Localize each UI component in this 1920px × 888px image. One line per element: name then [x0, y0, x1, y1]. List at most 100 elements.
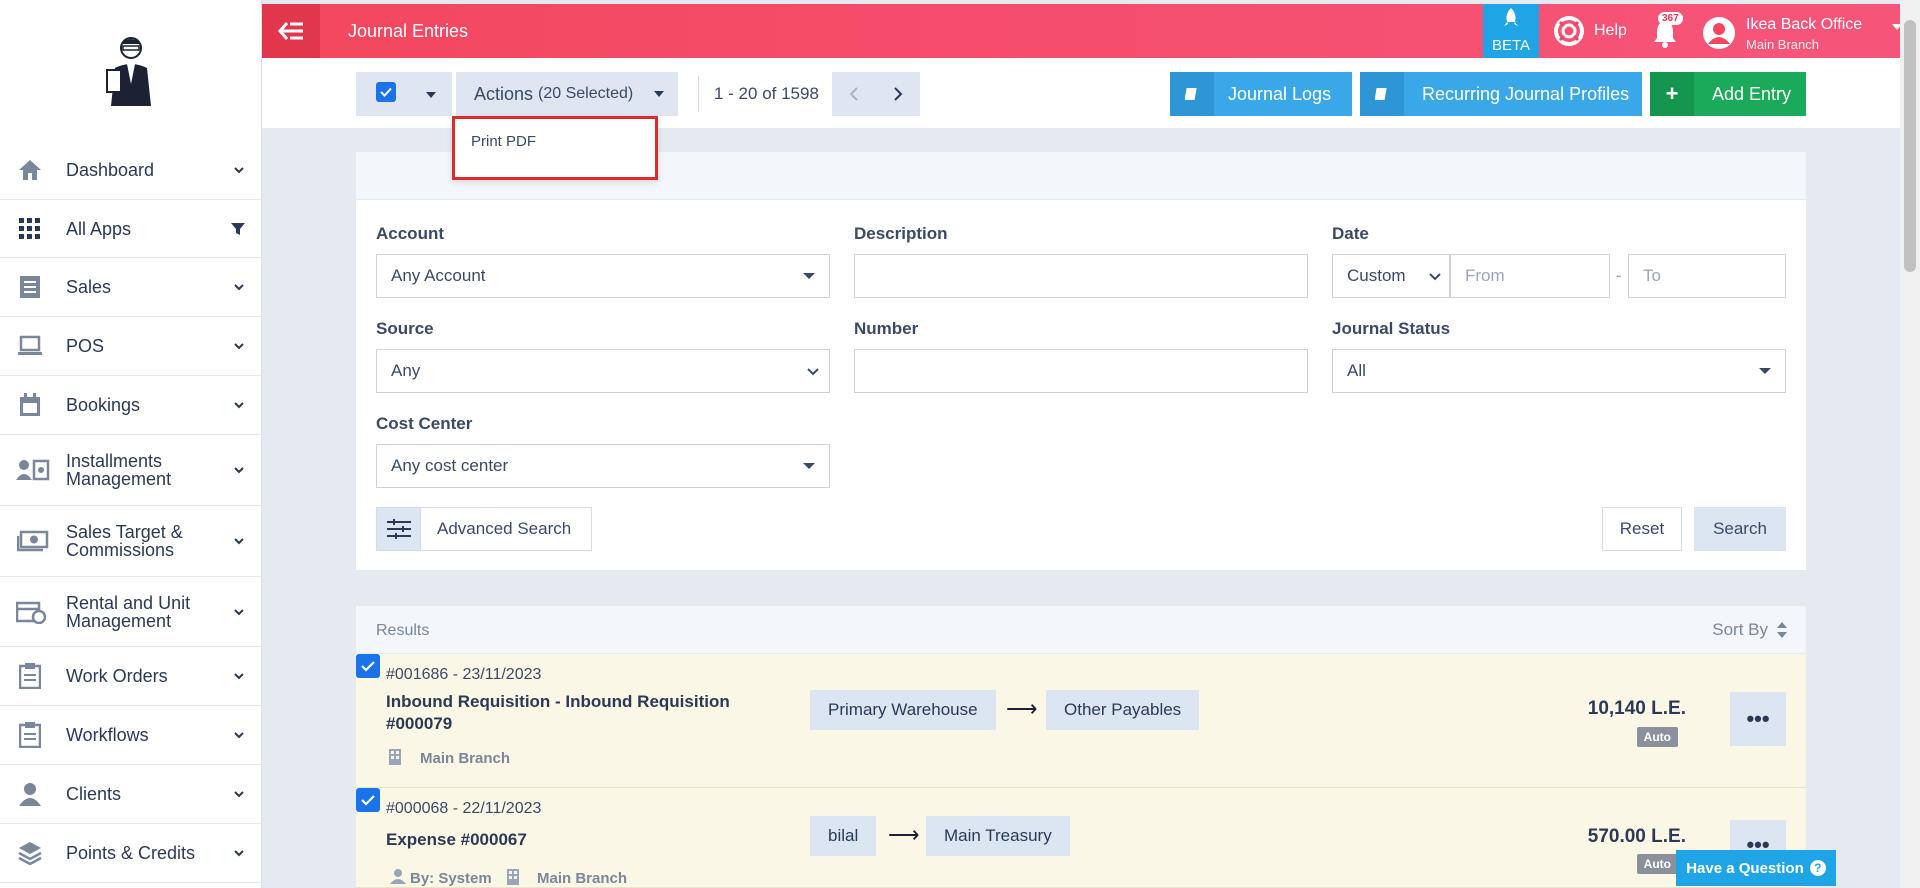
scrollbar-thumb[interactable] — [1904, 20, 1916, 272]
reset-button[interactable]: Reset — [1602, 507, 1682, 551]
results-title: Results — [376, 622, 430, 639]
table-row[interactable]: #001686 - 23/11/2023 Inbound Requisition… — [356, 654, 1806, 788]
advanced-search-button[interactable]: Advanced Search — [376, 507, 592, 551]
sidebar-item-points-credits[interactable]: Points & Credits — [0, 824, 262, 883]
date-from-input[interactable]: From — [1450, 254, 1610, 298]
page-scrollbar[interactable] — [1900, 0, 1920, 888]
sidebar-item-label: Sales — [66, 277, 112, 297]
row-branch: Main Branch — [420, 750, 511, 767]
chevron-down-icon — [234, 402, 244, 409]
from-account-tag[interactable]: Primary Warehouse — [810, 690, 996, 730]
sidebar-item-installments[interactable]: Installments Management — [0, 435, 262, 506]
sidebar-item-sales-target[interactable]: Sales Target & Commissions — [0, 506, 262, 577]
sort-by-label: Sort By — [1712, 620, 1768, 639]
sidebar-item-clients[interactable]: Clients — [0, 765, 262, 824]
search-button[interactable]: Search — [1694, 507, 1786, 551]
user-icon — [390, 869, 406, 884]
row-branch: Main Branch — [537, 870, 628, 887]
ellipsis-icon: ••• — [1746, 706, 1770, 731]
sidebar-item-label: Rental and Unit Management — [66, 592, 191, 631]
table-row[interactable]: #000068 - 22/11/2023 Expense #000067 By:… — [356, 788, 1806, 888]
sidebar-item-label: Sales Target & Commissions — [66, 522, 183, 560]
page-title: Journal Entries — [348, 21, 469, 41]
chevron-left-icon — [849, 87, 858, 101]
auto-badge: Auto — [1636, 727, 1678, 747]
chevron-down-icon — [234, 673, 244, 680]
sidebar-item-label: Workflows — [66, 725, 149, 745]
cost-center-select[interactable]: Any cost center — [376, 444, 830, 488]
recurring-profiles-label: Recurring Journal Profiles — [1422, 83, 1630, 104]
plus-icon: + — [1650, 72, 1694, 116]
source-label: Source — [376, 319, 434, 338]
from-account-tag[interactable]: bilal — [810, 816, 877, 856]
check-icon — [361, 795, 375, 806]
next-page-button[interactable] — [876, 72, 920, 116]
sidebar-item-rental[interactable]: Rental and Unit Management — [0, 577, 262, 647]
journal-status-select[interactable]: All — [1332, 349, 1786, 393]
row-checkbox[interactable] — [356, 788, 380, 812]
beta-label: BETA — [1491, 37, 1531, 54]
row-created-by: By: System — [410, 870, 492, 887]
prev-page-button[interactable] — [832, 72, 876, 116]
home-icon — [16, 156, 44, 184]
sidebar-item-label: Points & Credits — [66, 843, 196, 863]
add-entry-button[interactable]: + Add Entry — [1650, 72, 1806, 116]
row-amount: 10,140 L.E. — [1587, 698, 1686, 719]
filter-icon[interactable] — [230, 221, 246, 237]
row-title-continued: #000079 — [386, 714, 453, 733]
reset-label: Reset — [1619, 519, 1665, 538]
sidebar-item-label: POS — [66, 336, 105, 356]
to-account-tag[interactable]: Main Treasury — [926, 816, 1070, 856]
user-icon — [16, 780, 44, 808]
date-mode-select[interactable]: Custom — [1332, 254, 1450, 298]
chevron-down-icon — [234, 284, 244, 291]
actions-dropdown-button[interactable]: Actions (20 Selected) — [456, 72, 678, 116]
journal-logs-button[interactable]: Journal Logs — [1170, 72, 1352, 116]
question-icon: ? — [1809, 860, 1826, 876]
advanced-search-label: Advanced Search — [437, 519, 572, 538]
select-all-checkbox[interactable] — [376, 82, 396, 102]
description-input[interactable] — [854, 254, 1308, 298]
chevron-down-icon — [234, 538, 244, 545]
sidebar-item-dashboard[interactable]: Dashboard — [0, 140, 262, 200]
recurring-profiles-button[interactable]: Recurring Journal Profiles — [1360, 72, 1642, 116]
sidebar-item-sales[interactable]: Sales — [0, 258, 262, 317]
account-value: Any Account — [391, 266, 486, 285]
help-link[interactable]: Help — [1554, 16, 1627, 46]
sidebar-item-workflows[interactable]: Workflows — [0, 706, 262, 765]
chevron-down-icon — [234, 732, 244, 739]
book-icon — [1360, 72, 1404, 116]
date-to-input[interactable]: To — [1628, 254, 1786, 298]
money-icon — [16, 527, 50, 555]
have-a-question-button[interactable]: Have a Question ? — [1676, 850, 1836, 886]
account-select[interactable]: Any Account — [376, 254, 830, 298]
sidebar-item-work-orders[interactable]: Work Orders — [0, 647, 262, 706]
sidebar-toggle-button[interactable] — [262, 4, 320, 58]
print-pdf-menu-item[interactable]: Print PDF — [471, 133, 536, 150]
toolbar-divider — [698, 76, 699, 112]
number-input[interactable] — [854, 349, 1308, 393]
sidebar-item-label: Bookings — [66, 395, 141, 415]
sidebar-item-all-apps[interactable]: All Apps — [0, 200, 262, 258]
arrow-right-icon: ⟶ — [888, 822, 920, 847]
actions-count: (20 Selected) — [538, 85, 634, 102]
row-title[interactable]: Inbound Requisition - Inbound Requisitio… — [386, 692, 730, 712]
beta-button[interactable]: BETA — [1483, 4, 1539, 58]
chevron-down-icon — [234, 791, 244, 798]
sort-by-button[interactable]: Sort By — [1712, 620, 1788, 640]
select-all-dropdown[interactable] — [356, 72, 452, 116]
to-account-tag[interactable]: Other Payables — [1046, 690, 1200, 730]
row-checkbox[interactable] — [356, 654, 380, 678]
arrow-right-icon: ⟶ — [1006, 696, 1038, 721]
layers-icon — [16, 839, 44, 867]
sidebar-item-bookings[interactable]: Bookings — [0, 376, 262, 435]
row-more-button[interactable]: ••• — [1730, 692, 1786, 746]
chevron-down-icon — [234, 467, 244, 474]
row-title[interactable]: Expense #000067 — [386, 830, 527, 850]
date-to-placeholder: To — [1643, 266, 1661, 285]
top-bar: Journal Entries BETA Help 367 Ikea Back … — [262, 4, 1902, 58]
clipboard-icon — [16, 721, 44, 749]
source-select[interactable]: Any — [376, 349, 830, 393]
sidebar-item-pos[interactable]: POS — [0, 317, 262, 376]
grid-icon — [16, 215, 44, 243]
